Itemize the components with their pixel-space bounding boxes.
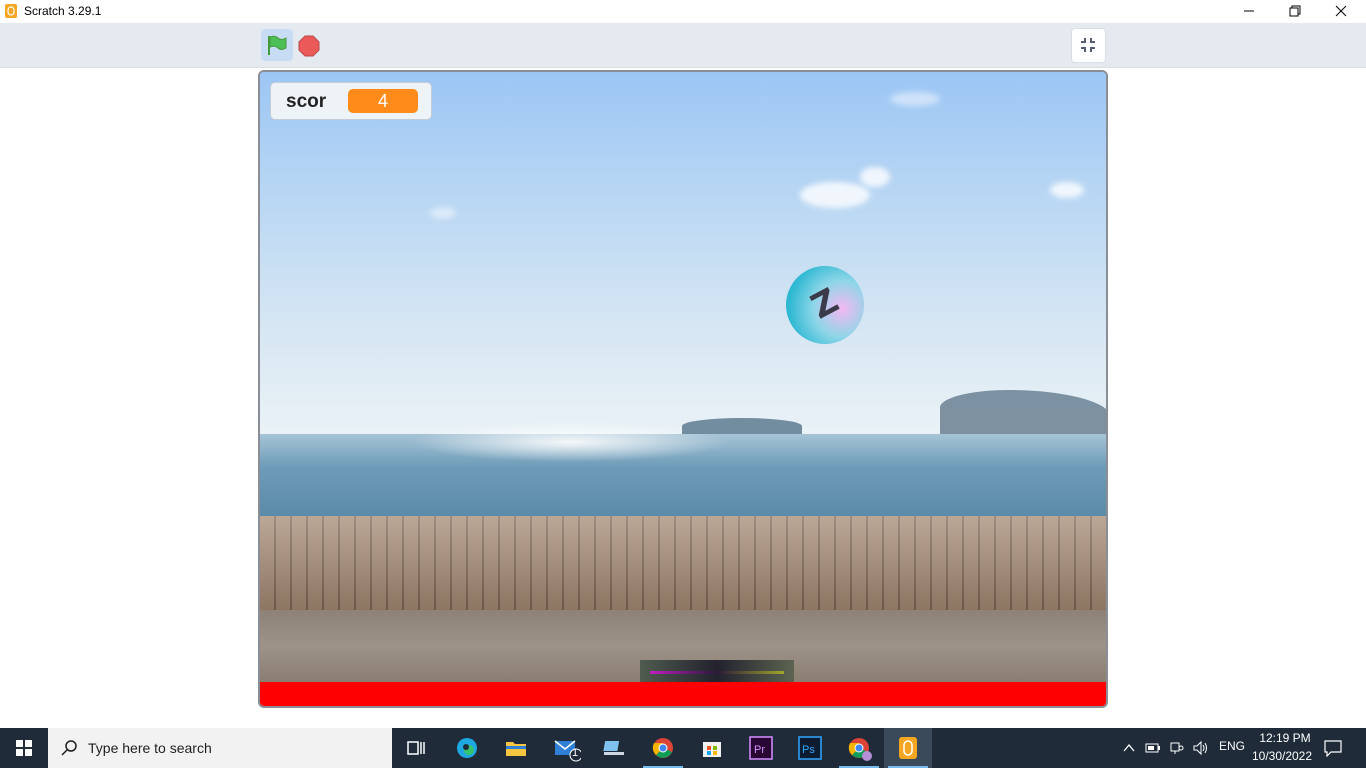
premiere-pro-icon: Pr <box>749 736 773 760</box>
monitor-label: scor <box>286 91 327 112</box>
network-icon[interactable] <box>1169 740 1185 756</box>
photoshop-icon: Ps <box>798 736 822 760</box>
taskbar-store[interactable] <box>688 728 736 768</box>
taskbar-search[interactable]: Type here to search <box>48 728 392 768</box>
volume-icon[interactable] <box>1192 740 1210 756</box>
paddle-sprite[interactable] <box>640 660 794 682</box>
cloud <box>860 167 890 187</box>
task-view-button[interactable] <box>392 728 440 768</box>
taskbar-file-explorer[interactable] <box>492 728 540 768</box>
svg-text:Pr: Pr <box>754 744 765 756</box>
island <box>682 418 802 434</box>
chevron-up-icon[interactable] <box>1122 741 1136 755</box>
clock-date[interactable]: 10/30/2022 <box>1248 749 1316 763</box>
chrome-icon <box>652 738 673 758</box>
taskbar-this-pc[interactable] <box>590 728 638 768</box>
taskbar-mail[interactable]: 1 <box>541 728 589 768</box>
taskbar-chrome-profile[interactable] <box>835 728 883 768</box>
title-bar: Scratch 3.29.1 <box>0 0 1366 23</box>
mail-badge: 1 <box>572 747 579 759</box>
green-flag-button[interactable] <box>261 29 293 61</box>
taskbar-premiere[interactable]: Pr <box>737 728 785 768</box>
search-icon <box>61 740 77 756</box>
taskbar: Type here to search 1 Pr Ps ENG 12:19 PM… <box>0 728 1366 768</box>
start-button[interactable] <box>0 728 48 768</box>
taskbar-edge[interactable] <box>443 728 491 768</box>
cloud <box>1050 182 1084 198</box>
svg-text:Ps: Ps <box>802 744 815 756</box>
store-icon <box>703 742 721 757</box>
minimize-icon <box>1244 10 1254 12</box>
search-placeholder: Type here to search <box>88 740 212 756</box>
taskbar-chrome[interactable] <box>639 728 687 768</box>
sky-backdrop <box>260 72 1106 434</box>
boardwalk-shade <box>260 516 1106 610</box>
red-floor-sprite[interactable] <box>260 682 1106 706</box>
minimize-button[interactable] <box>1226 0 1272 23</box>
cloud <box>890 92 940 106</box>
restore-button[interactable] <box>1272 0 1318 23</box>
green-flag-icon <box>268 35 287 55</box>
computer-icon <box>603 741 624 755</box>
notifications-icon[interactable] <box>1323 739 1343 757</box>
folder-icon <box>506 742 526 756</box>
scratch-app-icon <box>5 4 17 18</box>
task-view-icon <box>407 741 425 755</box>
unfullscreen-icon <box>1081 38 1095 52</box>
scratch-icon <box>899 737 917 759</box>
cloud <box>800 182 870 208</box>
window-title: Scratch 3.29.1 <box>24 4 102 18</box>
close-icon <box>1335 5 1347 17</box>
battery-icon[interactable] <box>1145 741 1161 755</box>
windows-logo-icon <box>16 740 32 756</box>
chrome-profile-icon <box>848 738 872 761</box>
monitor-value: 4 <box>348 89 418 113</box>
player-controls <box>0 23 1366 68</box>
taskbar-photoshop[interactable]: Ps <box>786 728 834 768</box>
cloud <box>430 207 456 219</box>
clock-time[interactable]: 12:19 PM <box>1254 731 1316 745</box>
taskbar-scratch[interactable] <box>884 728 932 768</box>
paddle-stripe <box>650 671 784 674</box>
stage[interactable]: Z scor 4 <box>258 70 1108 708</box>
edge-icon <box>457 738 477 758</box>
variable-monitor[interactable]: scor 4 <box>270 82 432 120</box>
stop-button[interactable] <box>298 35 320 57</box>
language-indicator[interactable]: ENG <box>1219 739 1245 753</box>
restore-icon <box>1289 5 1301 17</box>
exit-fullscreen-button[interactable] <box>1071 28 1106 63</box>
ball-sprite[interactable]: Z <box>786 266 864 344</box>
close-button[interactable] <box>1318 0 1364 23</box>
